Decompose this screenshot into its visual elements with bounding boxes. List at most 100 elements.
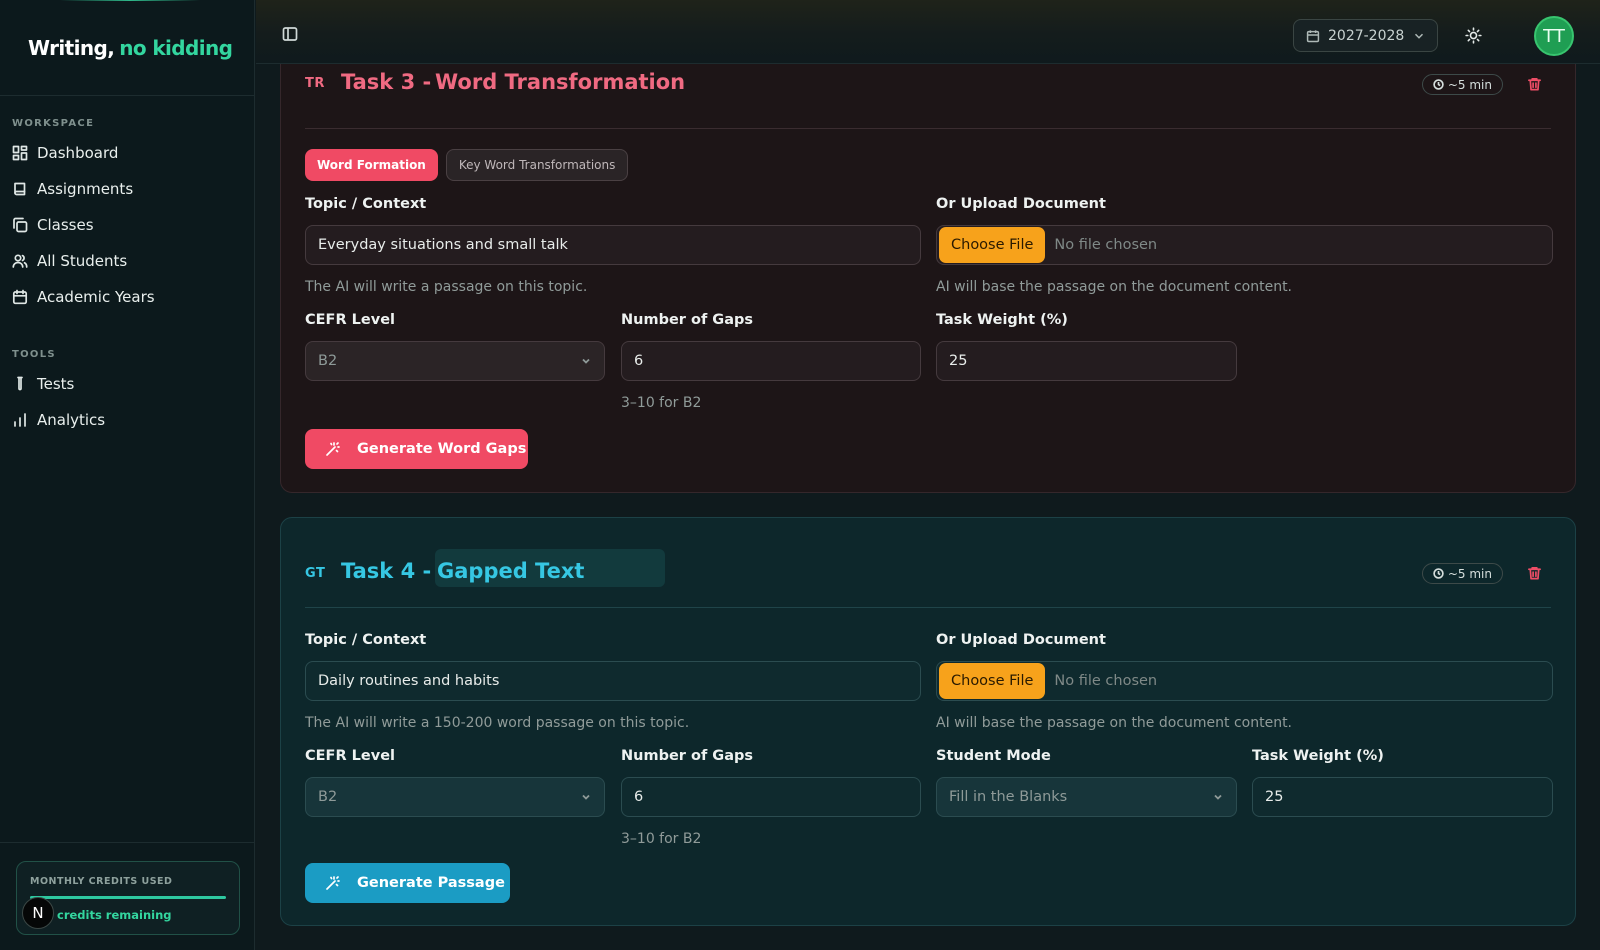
chevron-down-icon	[1415, 33, 1424, 39]
sidebar-item-academic-years[interactable]: Academic Years	[12, 279, 254, 315]
theme-toggle-button[interactable]	[1465, 27, 1482, 44]
sidebar-item-label: All Students	[37, 252, 128, 270]
topic-helper: The AI will write a 150-200 word passage…	[305, 715, 690, 731]
upload-label: Or Upload Document	[936, 632, 1106, 648]
calendar-icon	[12, 289, 28, 305]
magic-wand-icon	[326, 876, 340, 890]
chevron-down-icon	[1214, 794, 1222, 800]
upload-helper: AI will base the passage on the document…	[936, 279, 1293, 295]
student-mode-select[interactable]: Fill in the Blanks	[936, 777, 1237, 817]
academic-year-value: 2027-2028	[1328, 27, 1405, 44]
choose-file-button[interactable]: Choose File	[939, 227, 1046, 263]
gaps-input[interactable]: 6	[621, 341, 921, 381]
sidebar-item-classes[interactable]: Classes	[12, 207, 254, 243]
sidebar-item-all-students[interactable]: All Students	[12, 243, 254, 279]
delete-task-button[interactable]	[1527, 565, 1543, 581]
sidebar-item-analytics[interactable]: Analytics	[12, 402, 254, 438]
task-title[interactable]: Gapped Text	[435, 549, 665, 587]
generate-passage-button[interactable]: Generate Passage	[305, 863, 510, 903]
sun-icon	[1465, 27, 1482, 44]
task-code: TR	[305, 76, 325, 91]
nav-heading-workspace: WORKSPACE	[12, 118, 95, 129]
credits-progress-bar	[30, 896, 226, 899]
trash-icon	[1528, 78, 1541, 91]
topic-input[interactable]: Daily routines and habits	[305, 661, 921, 701]
generate-label: Generate Word Gaps	[357, 441, 527, 457]
tab-word-formation[interactable]: Word Formation	[305, 149, 438, 181]
top-bar: 2027-2028 TT	[256, 0, 1600, 64]
cefr-select[interactable]: B2	[305, 341, 605, 381]
task-header: GT Task 4 - Gapped Text ~5 min	[305, 538, 1551, 608]
topic-label: Topic / Context	[305, 632, 427, 648]
time-estimate-badge: ~5 min	[1421, 74, 1503, 95]
task-type-tabs: Word Formation Key Word Transformations	[305, 149, 629, 181]
delete-task-button[interactable]	[1527, 76, 1543, 92]
student-mode-label: Student Mode	[936, 748, 1051, 764]
cefr-label: CEFR Level	[305, 312, 395, 328]
nav-heading-tools: TOOLS	[12, 349, 56, 360]
gaps-helper: 3–10 for B2	[621, 395, 702, 411]
trash-icon	[1528, 567, 1541, 580]
academic-year-select[interactable]: 2027-2028	[1293, 19, 1438, 52]
task-title[interactable]: Word Transformation	[435, 70, 685, 94]
sidebar-item-tests[interactable]: Tests	[12, 366, 254, 402]
task-code: GT	[305, 566, 326, 581]
cefr-select[interactable]: B2	[305, 777, 605, 817]
sidebar-item-label: Tests	[37, 375, 75, 393]
sidebar-item-label: Dashboard	[37, 144, 119, 162]
panel-left-icon	[282, 27, 298, 41]
student-mode-value: Fill in the Blanks	[949, 789, 1068, 805]
task-header: TR Task 3 - Word Transformation ~5 min	[305, 59, 1551, 129]
tab-key-word-transformations[interactable]: Key Word Transformations	[445, 149, 629, 181]
task-card-word-transformation: TR Task 3 - Word Transformation ~5 min W…	[280, 28, 1576, 493]
users-icon	[12, 254, 28, 268]
task-number: Task 3 -	[341, 70, 432, 94]
gaps-label: Number of Gaps	[621, 748, 753, 764]
bar-chart-icon	[14, 413, 26, 427]
sidebar-item-label: Academic Years	[37, 288, 155, 306]
sidebar-item-label: Analytics	[37, 411, 106, 429]
sidebar-footer: MONTHLY CREDITS USED credits remaining N	[0, 842, 254, 950]
credits-progress-fill	[30, 896, 226, 899]
sidebar-item-dashboard[interactable]: Dashboard	[12, 135, 254, 171]
user-avatar[interactable]: TT	[1534, 16, 1574, 56]
weight-input[interactable]: 25	[936, 341, 1237, 381]
generate-word-gaps-button[interactable]: Generate Word Gaps	[305, 429, 528, 469]
time-estimate-badge: ~5 min	[1421, 563, 1503, 584]
generate-label: Generate Passage	[357, 875, 505, 891]
sidebar-toggle-button[interactable]	[282, 26, 298, 42]
dashboard-icon	[12, 145, 28, 161]
test-tube-icon	[17, 376, 23, 391]
credits-remaining: credits remaining	[57, 908, 172, 922]
gaps-helper: 3–10 for B2	[621, 831, 702, 847]
weight-label: Task Weight (%)	[936, 312, 1068, 328]
gaps-input[interactable]: 6	[621, 777, 921, 817]
cefr-value: B2	[318, 353, 338, 369]
sidebar-item-assignments[interactable]: Assignments	[12, 171, 254, 207]
framework-badge[interactable]: N	[22, 897, 54, 929]
credits-label: MONTHLY CREDITS USED	[30, 876, 173, 887]
weight-input[interactable]: 25	[1252, 777, 1553, 817]
file-upload-input[interactable]: Choose File No file chosen	[936, 225, 1553, 265]
copy-icon	[13, 217, 28, 233]
app-logo[interactable]: Writing, no kidding	[0, 0, 254, 96]
clock-icon	[1433, 568, 1444, 579]
magic-wand-icon	[326, 442, 340, 456]
clock-icon	[1433, 79, 1444, 90]
file-status: No file chosen	[1054, 237, 1158, 253]
file-upload-input[interactable]: Choose File No file chosen	[936, 661, 1553, 701]
book-icon	[14, 182, 26, 196]
file-status: No file chosen	[1054, 673, 1158, 689]
logo-text-primary: Writing,	[28, 35, 115, 60]
credits-card: MONTHLY CREDITS USED credits remaining N	[16, 861, 240, 935]
sidebar: Writing, no kidding WORKSPACE Dashboard …	[0, 0, 255, 950]
topic-input[interactable]: Everyday situations and small talk	[305, 225, 921, 265]
choose-file-button[interactable]: Choose File	[939, 663, 1046, 699]
sidebar-item-label: Assignments	[37, 180, 134, 198]
upload-label: Or Upload Document	[936, 196, 1106, 212]
logo-text-accent: no kidding	[119, 35, 233, 60]
upload-helper: AI will base the passage on the document…	[936, 715, 1293, 731]
calendar-icon	[1306, 29, 1320, 42]
time-estimate: ~5 min	[1447, 566, 1492, 581]
topic-helper: The AI will write a passage on this topi…	[305, 279, 588, 295]
